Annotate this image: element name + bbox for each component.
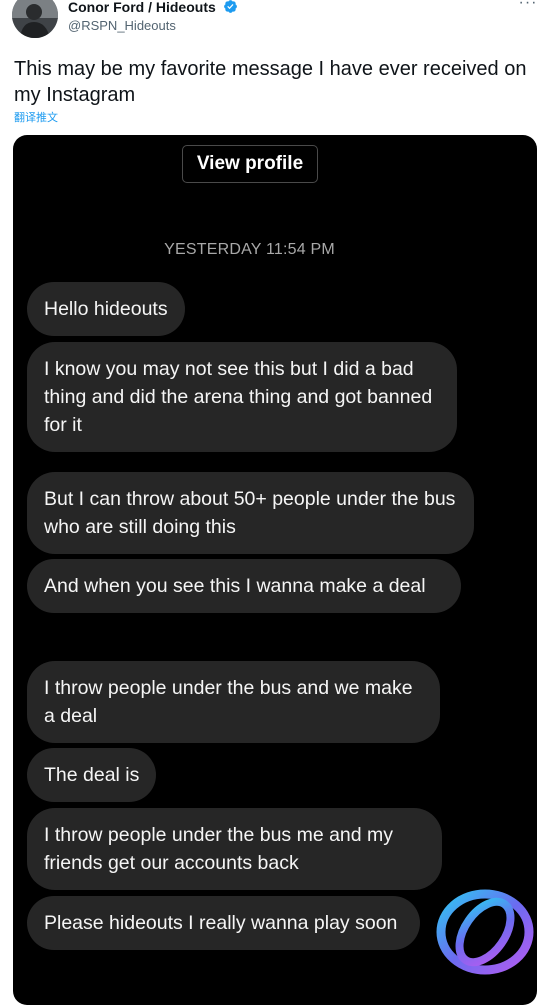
message-bubble: But I can throw about 50+ people under t… (27, 472, 474, 554)
watermark-logo-icon (436, 889, 534, 975)
message-bubble: Please hideouts I really wanna play soon (27, 896, 420, 950)
message-bubble: And when you see this I wanna make a dea… (27, 559, 461, 613)
message-timestamp: YESTERDAY 11:54 PM (164, 241, 335, 258)
avatar[interactable] (12, 0, 58, 38)
message-bubble: I know you may not see this but I did a … (27, 342, 457, 452)
tweet-text: This may be my favorite message I have e… (14, 58, 527, 106)
author-handle[interactable]: @RSPN_Hideouts (68, 18, 176, 33)
tweet-media-image[interactable]: View profile YESTERDAY 11:54 PM Hello hi… (13, 135, 537, 1005)
translate-tweet-link[interactable]: 翻译推文 (14, 109, 58, 125)
author-name[interactable]: Conor Ford / Hideouts (68, 0, 238, 15)
more-horizontal-icon[interactable]: ··· (516, 0, 540, 14)
message-bubble: Hello hideouts (27, 282, 185, 336)
message-bubble: The deal is (27, 748, 157, 802)
verified-badge-icon (223, 0, 237, 13)
view-profile-button[interactable]: View profile (182, 145, 318, 183)
message-bubble: I throw people under the bus me and my f… (27, 808, 442, 890)
avatar-photo (12, 0, 58, 38)
tweet-header: Conor Ford / Hideouts @RSPN_Hideouts ··· (0, 0, 550, 52)
author-name-text: Conor Ford / Hideouts (68, 0, 216, 15)
message-bubble: I throw people under the bus and we make… (27, 661, 440, 743)
